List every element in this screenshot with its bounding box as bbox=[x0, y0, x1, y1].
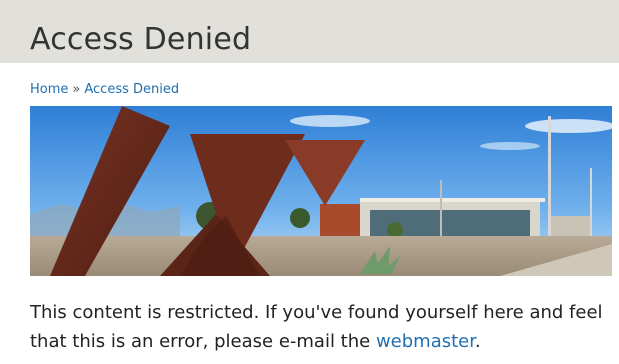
page-header: Access Denied bbox=[0, 0, 619, 63]
breadcrumb: Home » Access Denied bbox=[30, 82, 179, 97]
campus-sculpture-photo bbox=[30, 106, 612, 276]
breadcrumb-current-link[interactable]: Access Denied bbox=[84, 82, 179, 97]
restricted-message-end: . bbox=[475, 331, 481, 352]
banner-image bbox=[30, 106, 612, 276]
restricted-message: This content is restricted. If you've fo… bbox=[30, 298, 605, 356]
breadcrumb-separator: » bbox=[72, 82, 81, 97]
restricted-message-text: This content is restricted. If you've fo… bbox=[30, 302, 603, 352]
page-title: Access Denied bbox=[30, 22, 252, 57]
breadcrumb-home-link[interactable]: Home bbox=[30, 82, 68, 97]
webmaster-link[interactable]: webmaster bbox=[376, 331, 475, 352]
